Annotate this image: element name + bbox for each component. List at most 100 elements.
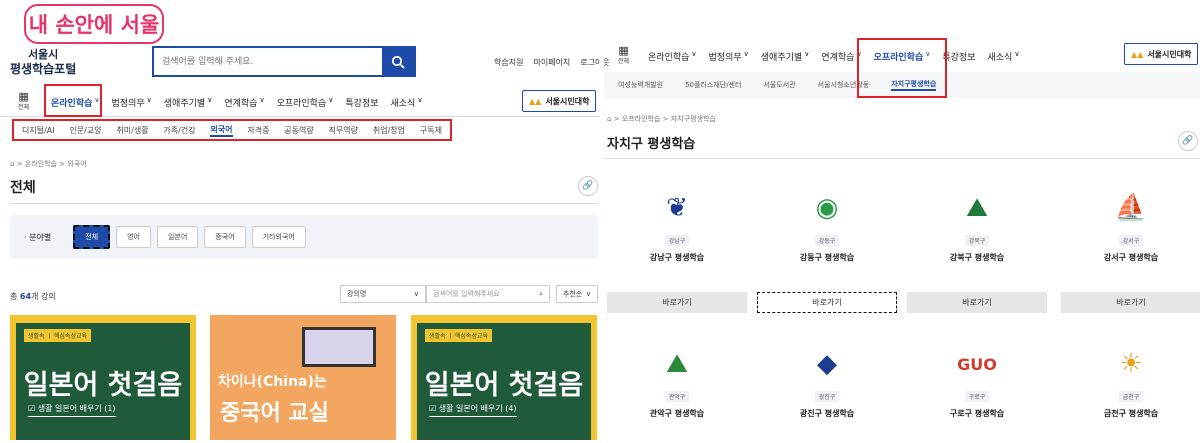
- go-button-gangseo[interactable]: 바로가기: [1061, 292, 1200, 313]
- go-button-gangbuk[interactable]: 바로가기: [907, 292, 1047, 313]
- right-page-title: 자치구 평생학습: [607, 137, 696, 152]
- home-icon[interactable]: ⌂: [607, 115, 611, 123]
- cat-humanities[interactable]: 인문/교양: [69, 125, 101, 136]
- link-icon: 🔗: [582, 181, 594, 191]
- chip-english[interactable]: 영어: [116, 226, 151, 248]
- nav-online[interactable]: 온라인학습: [648, 50, 689, 63]
- card-subtitle: ☑ 생활 일본어 배우기 (4): [429, 403, 517, 417]
- cat-startup[interactable]: 취업/창업: [373, 125, 405, 136]
- nav-linked[interactable]: 연계학습: [224, 96, 257, 109]
- sub-women[interactable]: 여성능력개발원: [618, 80, 663, 90]
- gwangjin-emblem-icon: ◆: [817, 349, 837, 379]
- search-icon[interactable]: ⌕: [539, 290, 543, 299]
- nav-offline[interactable]: 오프라인학습: [277, 96, 327, 109]
- search-button[interactable]: [382, 48, 414, 75]
- card-thumb: 생활속 ㅣ 핵심속성교육 일본어 첫걸음 ☑ 생활 일본어 배우기 (1): [16, 323, 190, 440]
- district-gangnam: ❦ 강남구 강남구 평생학습: [607, 188, 747, 263]
- cat-subscription[interactable]: 구독제: [420, 125, 442, 136]
- sub-category-bar: 디지털/AI 인문/교양 취미/생활 가족/건강 외국어 자격증 공동역량 직무…: [12, 119, 452, 141]
- sub-library[interactable]: 서울도서관: [763, 80, 795, 90]
- list-search-input[interactable]: 검색어를 입력해주세요 ⌕: [426, 285, 550, 303]
- seoul-watermark-logo: 내 손안에 서울: [24, 4, 164, 44]
- all-menu-label: 전체: [618, 58, 630, 65]
- course-count: 총 64개 강의: [10, 292, 56, 301]
- home-icon[interactable]: ⌂: [10, 160, 14, 168]
- nav-lecture[interactable]: 특강정보: [345, 96, 378, 109]
- district-gwanak: ⛰ 관악구 관악구 평생학습: [607, 344, 747, 419]
- link-learning-support[interactable]: 학습지원: [494, 57, 523, 68]
- left-page-title: 전체: [10, 180, 36, 196]
- crumb-foreign: 외국어: [67, 160, 87, 168]
- copy-link-button[interactable]: 🔗: [578, 176, 598, 196]
- nav-lifecycle[interactable]: 생애주기별: [761, 50, 802, 63]
- gangnam-emblem-icon: ❦: [666, 193, 688, 223]
- nav-news[interactable]: 새소식: [391, 96, 416, 109]
- filter-label: · 분야별: [24, 232, 52, 242]
- course-card-1[interactable]: 생활속 ㅣ 핵심속성교육 일본어 첫걸음 ☑ 생활 일본어 배우기 (1): [10, 315, 196, 440]
- portal-logo[interactable]: 서울시 평생학습포털: [10, 48, 76, 76]
- district-tag: 금천구: [1118, 391, 1144, 402]
- highlight-offline: [857, 38, 947, 98]
- chip-other[interactable]: 기타외국어: [251, 226, 306, 248]
- citizen-univ-button[interactable]: ▲▲ 서울시민대학: [522, 90, 597, 112]
- chip-chinese[interactable]: 중국어: [204, 226, 246, 248]
- card-title-line2: 중국어 교실: [220, 401, 329, 426]
- all-menu-button[interactable]: ▦ 전체: [18, 91, 29, 111]
- card-tag: 생활속 ㅣ 핵심속성교육: [24, 329, 92, 342]
- univ-label: 서울시민대학: [1147, 49, 1192, 59]
- nav-news[interactable]: 새소식: [988, 50, 1013, 63]
- link-icon: 🔗: [1182, 136, 1194, 146]
- card-title: 일본어 첫걸음: [23, 370, 183, 401]
- cat-hobby[interactable]: 취미/생활: [116, 125, 148, 136]
- brand-line1: 서울시: [27, 48, 59, 61]
- crumb-online[interactable]: 온라인학습: [25, 160, 57, 168]
- cat-foreign-lang[interactable]: 외국어: [210, 124, 233, 137]
- card-tag: 생활속 ㅣ 핵심속성교육: [425, 329, 493, 342]
- chip-all[interactable]: 전체: [73, 225, 111, 249]
- cat-job[interactable]: 직무역량: [329, 125, 358, 136]
- district-gangdong: ◉ 강동구 강동구 평생학습: [757, 188, 897, 263]
- order-select[interactable]: 추천순 ∨: [556, 285, 598, 303]
- nav-online[interactable]: 온라인학습: [51, 96, 92, 109]
- search-input[interactable]: [154, 48, 382, 75]
- district-tag: 관악구: [664, 391, 690, 402]
- chip-japanese[interactable]: 일본어: [156, 226, 199, 248]
- guro-emblem-icon: GUO: [957, 354, 997, 374]
- cat-family[interactable]: 가족/건강: [163, 125, 195, 136]
- district-tag: 강서구: [1118, 235, 1144, 246]
- district-gangbuk: ⛰ 강북구 강북구 평생학습: [907, 188, 1047, 263]
- all-menu-button[interactable]: ▦ 전체: [618, 45, 629, 65]
- district-gwangjin: ◆ 광진구 광진구 평생학습: [757, 344, 897, 419]
- filter-bar: · 분야별 전체 영어 일본어 중국어 기타외국어: [10, 215, 598, 259]
- gangseo-emblem-icon: ⛵: [1114, 193, 1148, 223]
- nav-lifecycle[interactable]: 생애주기별: [164, 96, 205, 109]
- sort-field-select[interactable]: 강의명 ∨: [340, 285, 426, 303]
- univ-logo-icon: ▲▲: [529, 96, 542, 106]
- copy-link-button[interactable]: 🔗: [1178, 131, 1198, 151]
- district-gangseo: ⛵ 강서구 강서구 평생학습: [1061, 188, 1200, 263]
- district-tag: 구로구: [964, 391, 990, 402]
- left-main-nav: ▦ 전체 온라인학습 ∨ 법정의무 ∨ 생애주기별 ∨ 연계학습 ∨ 오프라인학습 ∨ 특…: [0, 84, 600, 117]
- sub-50plus[interactable]: 50플러스재단/센터: [685, 80, 741, 90]
- brand-line2: 평생학습포털: [10, 62, 77, 76]
- go-button-gangnam[interactable]: 바로가기: [607, 292, 747, 313]
- go-button-gangdong[interactable]: 바로가기: [757, 292, 897, 313]
- nav-linked[interactable]: 연계학습: [821, 50, 854, 63]
- citizen-univ-button[interactable]: ▲▲ 서울시민대학: [1124, 43, 1199, 65]
- nav-legal[interactable]: 법정의무: [112, 96, 145, 109]
- nav-legal[interactable]: 법정의무: [709, 50, 742, 63]
- search-icon: [391, 55, 405, 69]
- title-divider: [604, 158, 1200, 159]
- cat-common[interactable]: 공동역량: [284, 125, 313, 136]
- crumb-offline[interactable]: 오프라인학습: [622, 115, 661, 123]
- grid-icon: ▦: [618, 44, 629, 57]
- district-name: 강동구 평생학습: [799, 253, 855, 262]
- link-mypage[interactable]: 마이페이지: [533, 57, 570, 68]
- all-menu-label: 전체: [18, 104, 30, 111]
- nav-lecture[interactable]: 특강정보: [942, 50, 975, 63]
- cat-license[interactable]: 자격증: [247, 125, 269, 136]
- card-illustration: [302, 327, 376, 367]
- course-card-2[interactable]: 차이나(China)는 중국어 교실: [210, 315, 396, 440]
- cat-digital[interactable]: 디지털/AI: [22, 125, 55, 136]
- course-card-3[interactable]: 생활속 ㅣ 핵심속성교육 일본어 첫걸음 ☑ 생활 일본어 배우기 (4): [411, 315, 597, 440]
